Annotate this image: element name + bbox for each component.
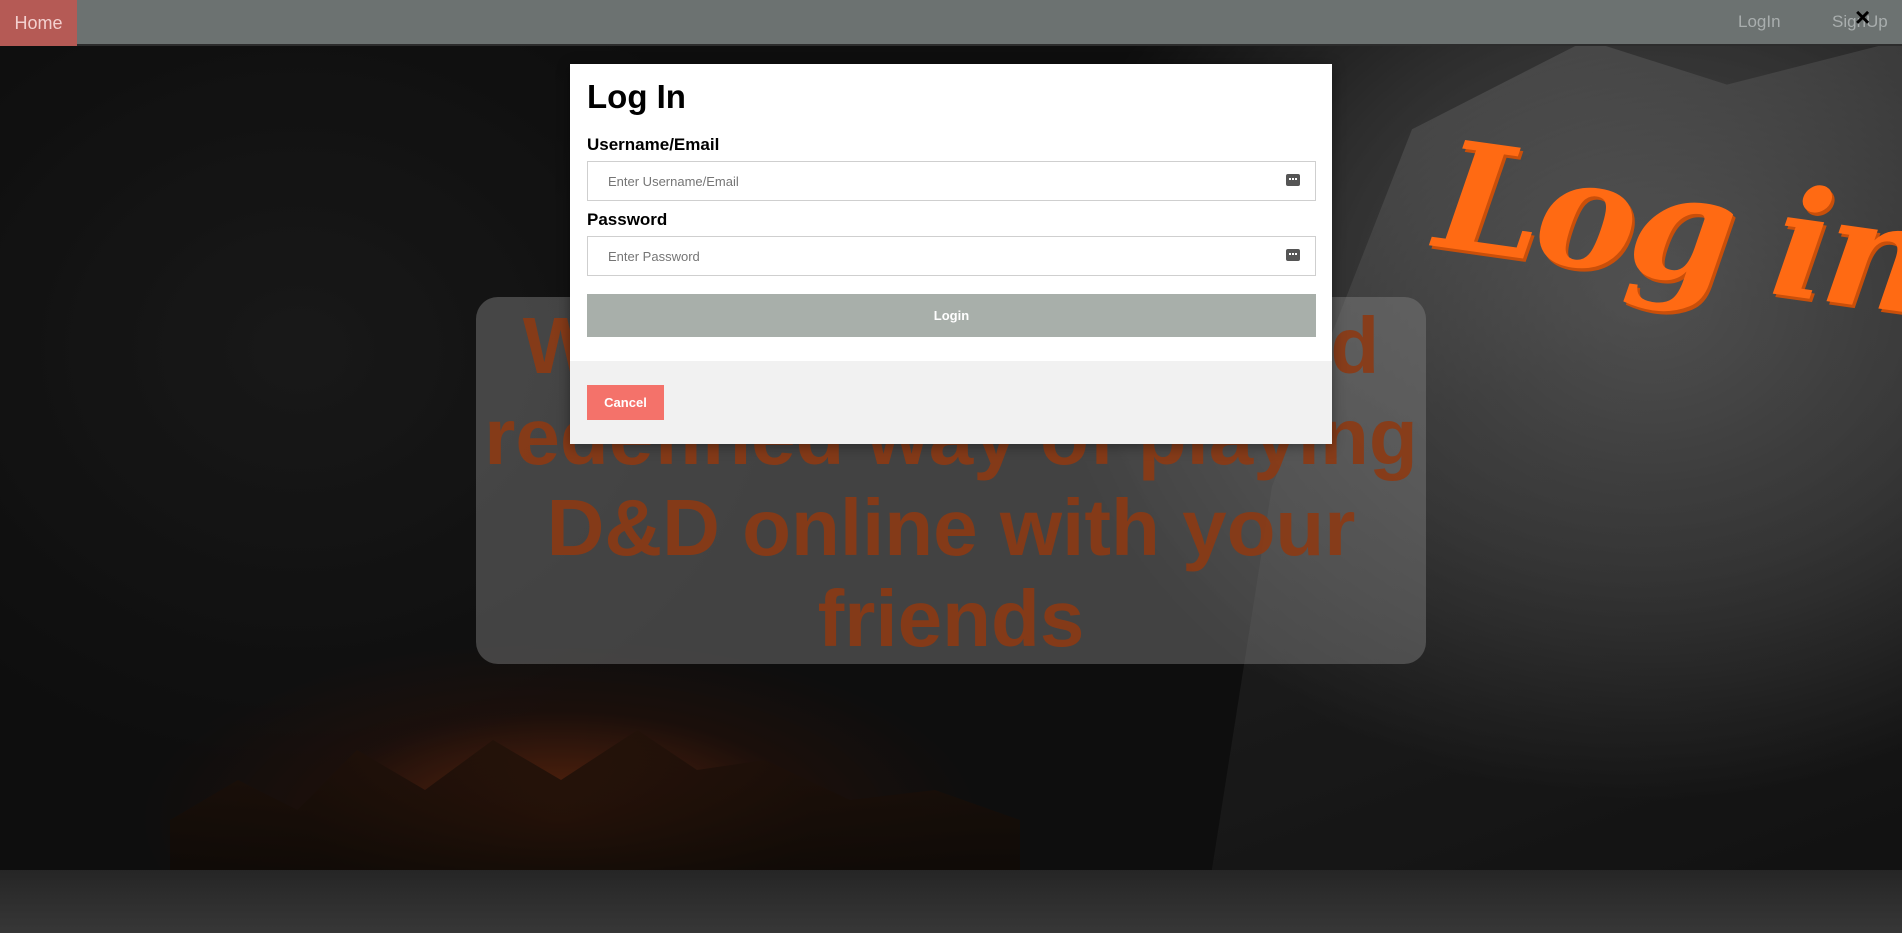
password-field-wrapper (587, 236, 1316, 276)
modal-title: Log In (587, 78, 686, 115)
nav-login-link[interactable]: LogIn (1738, 0, 1781, 44)
password-label: Password (587, 210, 668, 229)
nav-home-link[interactable]: Home (0, 0, 77, 46)
login-title-art: Log in (1427, 107, 1902, 350)
username-label: Username/Email (587, 135, 720, 154)
login-button[interactable]: Login (587, 294, 1316, 337)
password-manager-key-icon[interactable] (1286, 249, 1300, 261)
password-manager-key-icon[interactable] (1286, 174, 1300, 186)
username-input[interactable] (588, 162, 1278, 200)
page: Welcome to a new and redefined way of pl… (0, 0, 1902, 933)
login-modal: Log In Username/Email Password Login Can… (570, 64, 1332, 444)
navbar: Home LogIn SignUp (0, 0, 1902, 46)
close-icon[interactable]: × (1855, 2, 1870, 32)
password-input[interactable] (588, 237, 1278, 275)
cancel-button[interactable]: Cancel (587, 385, 664, 420)
modal-footer: Cancel (570, 361, 1332, 444)
username-field-wrapper (587, 161, 1316, 201)
